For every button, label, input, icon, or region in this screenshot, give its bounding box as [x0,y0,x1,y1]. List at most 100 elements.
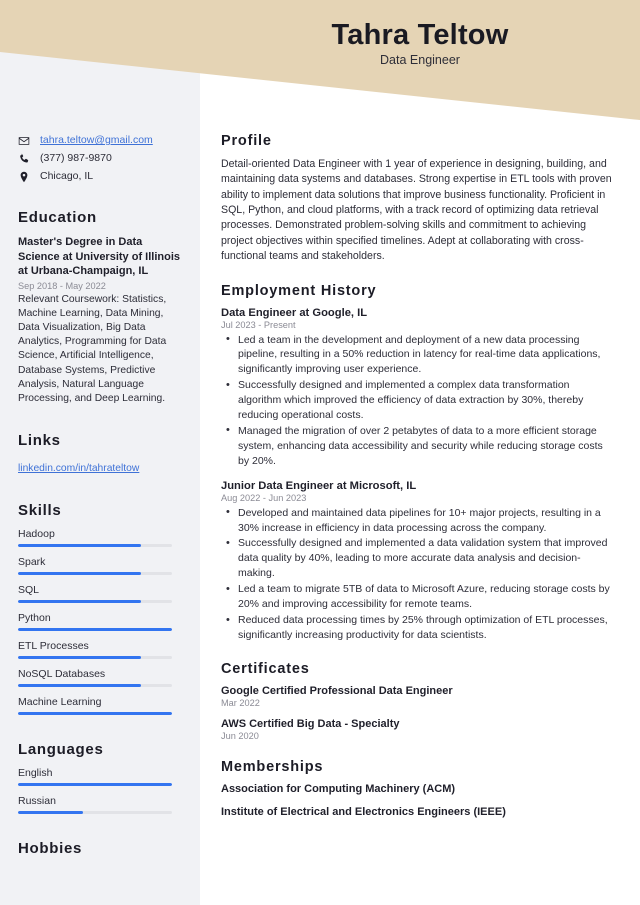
skill-item: Spark [18,556,184,576]
skill-item: Hadoop [18,528,184,548]
skill-item: Machine Learning [18,696,184,716]
job-entry: Data Engineer at Google, IL Jul 2023 - Pr… [221,307,612,469]
certificate-entry: AWS Certified Big Data - Specialty Jun 20… [221,718,612,741]
links-heading: Links [18,432,61,450]
phone-icon [18,152,33,165]
languages-heading: Languages [18,741,104,759]
contact-phone-text: (377) 987-9870 [40,152,112,164]
job-date: Jul 2023 - Present [221,319,296,330]
job-bullet: Managed the migration of over 2 petabyte… [221,423,612,469]
skill-bar-track [18,684,172,688]
sidebar-content: tahra.teltow@gmail.com (377) 987-9870 Ch… [0,0,200,866]
certificate-title: Google Certified Professional Data Engin… [221,684,453,697]
certificates-list: Google Certified Professional Data Engin… [221,685,612,741]
skill-bar-fill [18,628,172,632]
skill-bar-fill [18,656,142,660]
certificate-title: AWS Certified Big Data - Specialty [221,717,400,730]
certificates-heading: Certificates [221,660,310,677]
skill-label: SQL [18,584,40,597]
education-section: Education Master's Degree in Data Scienc… [18,209,184,406]
resume-page: Tahra Teltow Data Engineer tahra.teltow@… [0,0,640,905]
links-section: Links linkedin.com/in/tahrateltow [18,432,184,476]
membership-item: Institute of Electrical and Electronics … [221,805,506,818]
job-bullet: Developed and maintained data pipelines … [221,505,612,536]
hobbies-section: Hobbies [18,840,184,857]
location-pin-icon [18,170,33,183]
skill-bar-fill [18,600,142,604]
skills-heading: Skills [18,502,62,520]
education-description: Relevant Coursework: Statistics, Machine… [18,293,167,404]
languages-list: English Russian [18,767,184,815]
job-title: Data Engineer at Google, IL [221,306,368,319]
contact-location-row: Chicago, IL [18,170,184,183]
skill-item: NoSQL Databases [18,668,184,688]
contact-email-row: tahra.teltow@gmail.com [18,134,184,147]
header-subtitle: Data Engineer [380,53,460,67]
job-date: Aug 2022 - Jun 2023 [221,492,307,503]
skills-section: Skills Hadoop Spark SQL Python ETL Processes… [18,502,184,716]
skill-bar-track [18,712,172,716]
envelope-icon [18,134,33,147]
language-item: Russian [18,795,184,815]
contact-location-text: Chicago, IL [40,170,94,182]
memberships-list: Association for Computing Machinery (ACM… [221,783,612,818]
job-bullet-list: Led a team in the development and deploy… [221,332,612,469]
languages-section: Languages English Russian [18,741,184,815]
skills-list: Hadoop Spark SQL Python ETL Processes NoSQL D… [18,528,184,716]
certificate-date: Jun 2020 [221,730,259,741]
contact-email-link[interactable]: tahra.teltow@gmail.com [40,134,153,147]
link-linkedin[interactable]: linkedin.com/in/tahrateltow [18,463,139,474]
profile-text: Detail-oriented Data Engineer with 1 yea… [221,158,612,263]
skill-item: SQL [18,584,184,604]
skill-label: Machine Learning [18,696,102,709]
employment-section: Employment History Data Engineer at Goog… [221,283,612,643]
contact-phone-row: (377) 987-9870 [18,152,184,165]
language-label: Russian [18,795,56,808]
job-title: Junior Data Engineer at Microsoft, IL [221,479,417,492]
certificates-section: Certificates Google Certified Profession… [221,661,612,741]
skill-bar-fill [18,684,142,688]
skill-item: ETL Processes [18,640,184,660]
skill-bar-track [18,544,172,548]
language-bar-track [18,811,172,815]
education-date: Sep 2018 - May 2022 [18,280,106,291]
profile-section: Profile Detail-oriented Data Engineer wi… [221,133,612,265]
skill-bar-track [18,600,172,604]
skill-label: Python [18,612,51,625]
job-bullet: Led a team to migrate 5TB of data to Mic… [221,582,612,612]
skill-label: ETL Processes [18,640,89,653]
job-bullet: Reduced data processing times by 25% thr… [221,613,612,643]
skill-label: Spark [18,556,46,569]
membership-item: Association for Computing Machinery (ACM… [221,782,456,795]
job-bullet: Successfully designed and implemented a … [221,536,612,581]
skill-bar-fill [18,712,172,716]
language-bar-track [18,783,172,787]
job-entry: Junior Data Engineer at Microsoft, IL Aug… [221,480,612,643]
contact-list: tahra.teltow@gmail.com (377) 987-9870 Ch… [18,134,184,183]
language-bar-fill [18,811,83,815]
skill-bar-fill [18,572,142,576]
skill-bar-track [18,628,172,632]
skill-bar-fill [18,544,142,548]
language-label: English [18,767,53,780]
education-heading: Education [18,209,97,226]
employment-heading: Employment History [221,282,377,299]
job-bullet: Led a team in the development and deploy… [221,332,612,378]
page-title: Tahra Teltow [331,19,509,51]
memberships-section: Memberships Association for Computing Ma… [221,759,612,818]
skill-bar-track [18,572,172,576]
skill-label: NoSQL Databases [18,668,106,681]
language-item: English [18,767,184,787]
memberships-heading: Memberships [221,758,324,775]
certificate-date: Mar 2022 [221,697,260,708]
language-bar-fill [18,783,172,787]
skill-label: Hadoop [18,528,55,541]
job-bullet-list: Developed and maintained data pipelines … [221,505,612,643]
skill-item: Python [18,612,184,632]
skill-bar-track [18,656,172,660]
education-degree: Master's Degree in Data Science at Unive… [18,236,180,278]
job-bullet: Successfully designed and implemented a … [221,378,612,423]
jobs-list: Data Engineer at Google, IL Jul 2023 - Pr… [221,307,612,643]
hobbies-heading: Hobbies [18,840,83,858]
certificate-entry: Google Certified Professional Data Engin… [221,685,612,708]
